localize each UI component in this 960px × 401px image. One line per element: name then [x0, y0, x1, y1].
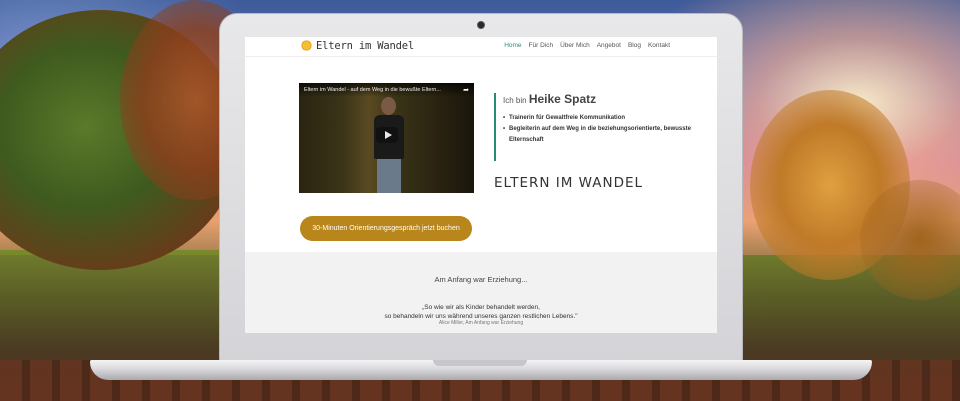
- nav-item-ueber-mich[interactable]: Über Mich: [560, 42, 590, 49]
- intro-prefix: Ich bin: [503, 96, 527, 105]
- site-logo[interactable]: Eltern im Wandel: [300, 39, 414, 52]
- nav-item-angebot[interactable]: Angebot: [597, 42, 621, 49]
- intro-box: Ich bin Heike Spatz Trainerin für Gewalt…: [494, 93, 694, 161]
- list-item: Trainerin für Gewaltfreie Kommunikation: [503, 113, 694, 124]
- quote: „So wie wir als Kinder behandelt werden,…: [245, 303, 717, 321]
- main-nav: Home Für Dich Über Mich Angebot Blog Kon…: [504, 42, 670, 49]
- play-button[interactable]: [376, 127, 398, 143]
- quote-line-1: „So wie wir als Kinder behandelt werden,: [422, 304, 540, 311]
- intro-heading: Ich bin Heike Spatz: [503, 93, 694, 107]
- site-header: Eltern im Wandel Home Für Dich Über Mich…: [245, 37, 717, 57]
- nav-item-home[interactable]: Home: [504, 42, 521, 49]
- intro-list: Trainerin für Gewaltfreie Kommunikation …: [503, 113, 694, 146]
- laptop-screen: Eltern im Wandel Home Für Dich Über Mich…: [245, 37, 717, 333]
- quote-source: Alice Miller, Am Anfang war Erziehung: [438, 320, 524, 326]
- webcam-icon: [477, 21, 485, 29]
- play-icon: [384, 131, 392, 139]
- video-title-bar: Eltern im Wandel - auf dem Weg in die be…: [299, 83, 474, 97]
- sun-icon: [300, 39, 313, 52]
- video-person: [369, 97, 409, 193]
- nav-item-fuer-dich[interactable]: Für Dich: [529, 42, 554, 49]
- logo-text: Eltern im Wandel: [316, 39, 414, 52]
- section-title: Am Anfang war Erziehung...: [434, 275, 528, 284]
- intro-name: Heike Spatz: [528, 92, 597, 106]
- laptop-notch: [433, 360, 527, 366]
- booking-button[interactable]: 30-Minuten Orientierungsgespräch jetzt b…: [300, 216, 472, 241]
- nav-item-kontakt[interactable]: Kontakt: [648, 42, 670, 49]
- video-player[interactable]: Eltern im Wandel - auf dem Weg in die be…: [299, 83, 474, 193]
- list-item: Begleiterin auf dem Weg in die beziehung…: [503, 124, 694, 146]
- video-title[interactable]: Eltern im Wandel - auf dem Weg in die be…: [304, 87, 454, 93]
- share-icon[interactable]: ➦: [463, 86, 469, 94]
- nav-item-blog[interactable]: Blog: [628, 42, 641, 49]
- brand-title: ELTERN IM WANDEL: [494, 175, 644, 191]
